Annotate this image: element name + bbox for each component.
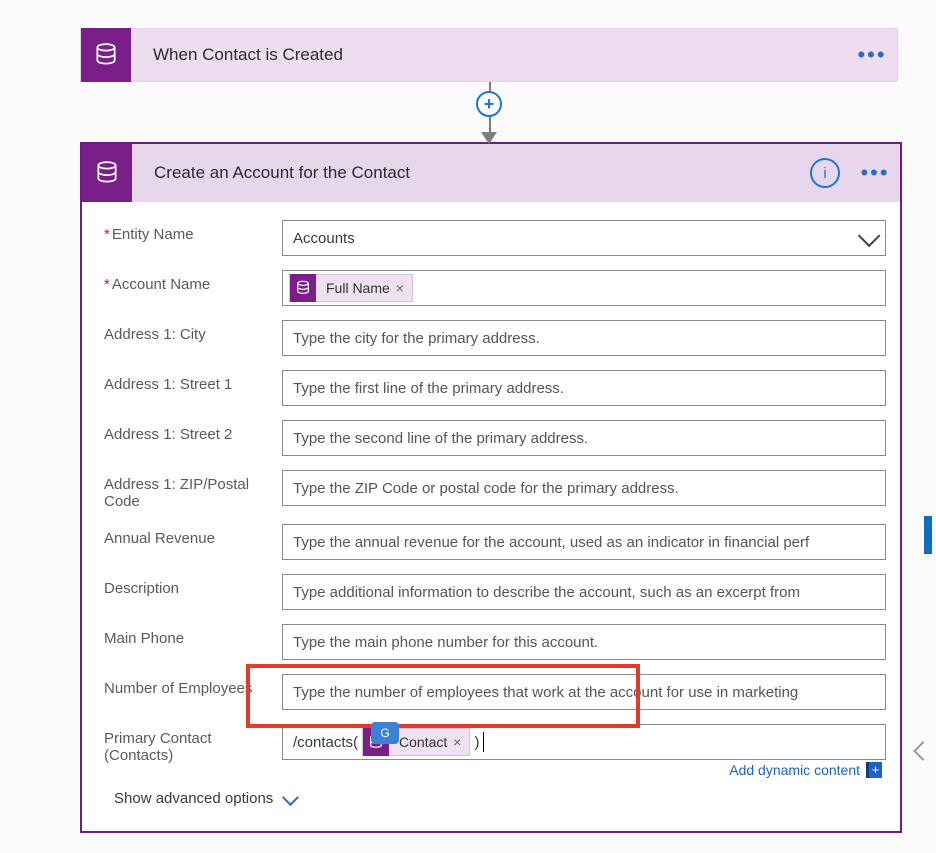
address-zip-input[interactable] bbox=[282, 470, 886, 506]
field-label-primary-contact: Primary Contact (Contacts) bbox=[104, 724, 282, 764]
entity-name-value: Accounts bbox=[293, 230, 355, 247]
address-street2-input[interactable] bbox=[282, 420, 886, 456]
token-label: Contact bbox=[397, 734, 453, 750]
text-cursor bbox=[483, 732, 484, 752]
action-title: Create an Account for the Contact bbox=[132, 163, 810, 183]
num-employees-input[interactable] bbox=[282, 674, 886, 710]
field-label-num-employees: Number of Employees bbox=[104, 674, 282, 697]
address-city-input[interactable] bbox=[282, 320, 886, 356]
main-phone-input[interactable] bbox=[282, 624, 886, 660]
field-label-main-phone: Main Phone bbox=[104, 624, 282, 647]
add-step-connector: + bbox=[80, 82, 898, 142]
field-label-address-city: Address 1: City bbox=[104, 320, 282, 343]
token-remove-button[interactable]: × bbox=[396, 280, 404, 296]
trigger-card[interactable]: When Contact is Created ••• bbox=[80, 28, 898, 82]
field-label-account-name: *Account Name bbox=[104, 270, 282, 293]
info-button[interactable]: i bbox=[810, 158, 840, 188]
token-label: Full Name bbox=[324, 280, 396, 296]
database-icon bbox=[290, 274, 316, 302]
field-label-address-zip: Address 1: ZIP/Postal Code bbox=[104, 470, 282, 510]
field-label-description: Description bbox=[104, 574, 282, 597]
translate-icon[interactable]: G bbox=[371, 722, 399, 744]
field-label-address-street2: Address 1: Street 2 bbox=[104, 420, 282, 443]
field-label-entity-name: *Entity Name bbox=[104, 220, 282, 243]
show-advanced-options-toggle[interactable]: Show advanced options bbox=[104, 786, 886, 807]
field-label-annual-revenue: Annual Revenue bbox=[104, 524, 282, 547]
description-input[interactable] bbox=[282, 574, 886, 610]
database-icon bbox=[81, 28, 131, 82]
token-remove-button[interactable]: × bbox=[453, 734, 461, 750]
add-dynamic-content-link[interactable]: Add dynamic content bbox=[729, 762, 860, 778]
token-full-name[interactable]: Full Name × bbox=[289, 274, 413, 302]
action-card: Create an Account for the Contact i ••• … bbox=[80, 142, 902, 833]
add-dynamic-content-button[interactable]: + bbox=[866, 762, 882, 778]
edge-indicator bbox=[924, 516, 932, 554]
action-header[interactable]: Create an Account for the Contact i ••• bbox=[82, 144, 900, 202]
primary-contact-prefix: /contacts( bbox=[289, 734, 358, 751]
database-icon bbox=[82, 144, 132, 202]
action-more-button[interactable]: ••• bbox=[850, 160, 900, 186]
trigger-more-button[interactable]: ••• bbox=[847, 42, 897, 68]
chevron-down-icon bbox=[858, 225, 881, 248]
account-name-input[interactable]: Full Name × bbox=[282, 270, 886, 306]
advanced-options-label: Show advanced options bbox=[114, 790, 273, 807]
field-label-address-street1: Address 1: Street 1 bbox=[104, 370, 282, 393]
add-step-button[interactable]: + bbox=[476, 91, 502, 117]
primary-contact-suffix: ) bbox=[474, 734, 479, 751]
address-street1-input[interactable] bbox=[282, 370, 886, 406]
chevron-down-icon bbox=[282, 789, 299, 806]
trigger-title: When Contact is Created bbox=[131, 45, 847, 65]
entity-name-dropdown[interactable]: Accounts bbox=[282, 220, 886, 256]
annual-revenue-input[interactable] bbox=[282, 524, 886, 560]
